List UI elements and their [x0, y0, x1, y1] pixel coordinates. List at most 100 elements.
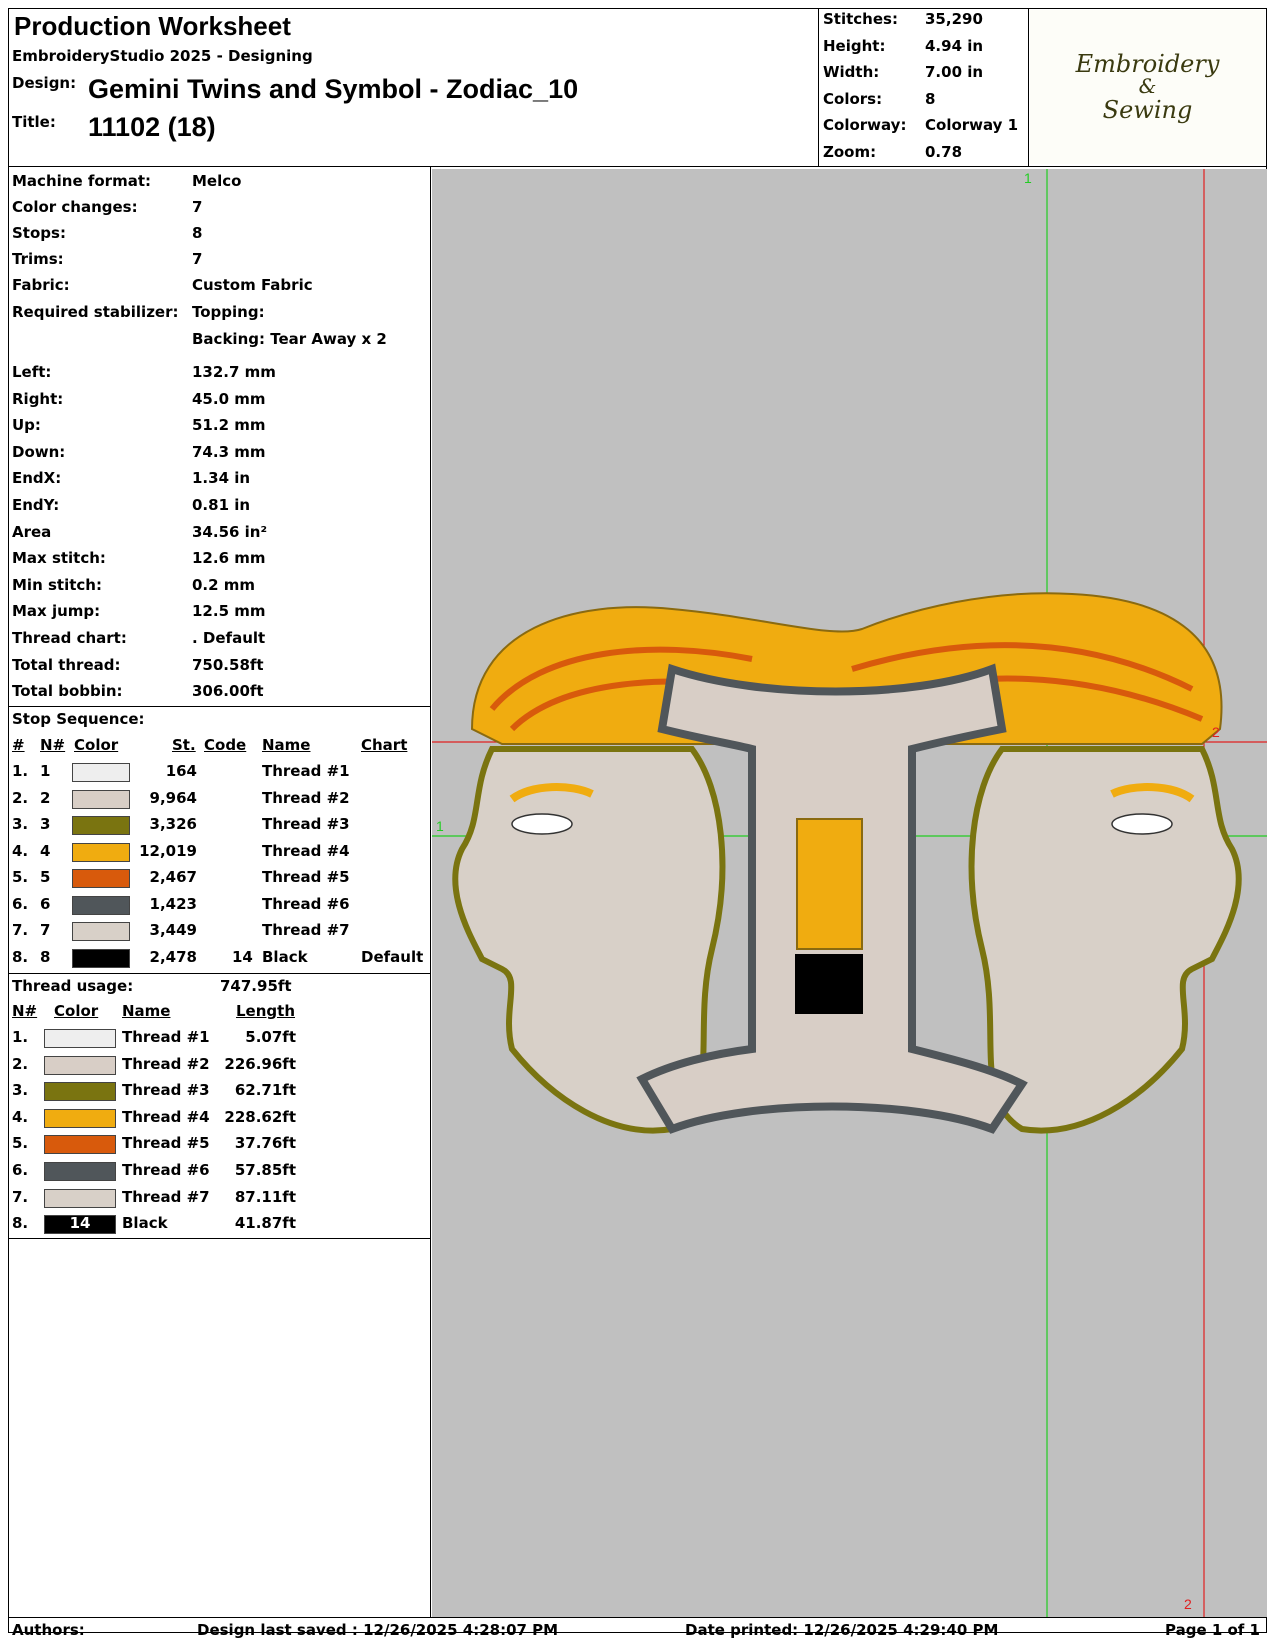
stop-row-num: 4.: [12, 841, 29, 860]
stop-row-name: Black: [262, 947, 308, 966]
stop-row-n: 6: [40, 894, 51, 913]
usage-row-n: 3.: [12, 1081, 29, 1100]
measure-value: . Default: [192, 629, 266, 647]
measure-label: Left:: [12, 363, 52, 381]
footer-rule: [8, 1617, 1267, 1618]
measure-label: Max stitch:: [12, 549, 106, 568]
detail-label: Trims:: [12, 250, 64, 268]
stop-header-n: N#: [40, 736, 66, 754]
stop-color-swatch: [72, 842, 130, 862]
detail-label: Required stabilizer:: [12, 303, 179, 321]
stop-row-stitches: 12,019: [139, 841, 197, 860]
usage-row-name: Thread #5: [122, 1134, 210, 1153]
left-column-rule: [430, 166, 431, 1617]
measure-value: 34.56 in²: [192, 522, 268, 541]
thread-usage-top-rule: [8, 973, 431, 974]
stop-row-name: Thread #6: [262, 894, 350, 913]
stop-row-num: 8.: [12, 947, 29, 966]
usage-color-swatch: [44, 1135, 116, 1155]
guide-label-h1: 1: [436, 818, 444, 834]
measure-label: Area: [12, 522, 52, 541]
usage-row-n: 5.: [12, 1134, 29, 1153]
height-value: 4.94 in: [925, 37, 984, 55]
stop-row-stitches: 9,964: [149, 788, 197, 807]
design-preview-canvas[interactable]: 1 1 2 2: [432, 169, 1267, 1617]
stop-row-stitches: 164: [165, 762, 197, 780]
footer-authors: Authors:: [12, 1621, 85, 1639]
logo: Embroidery & Sewing: [1030, 10, 1265, 164]
measure-value: 0.2 mm: [192, 575, 256, 594]
usage-row-n: 7.: [12, 1187, 29, 1206]
usage-row-name: Thread #4: [122, 1107, 210, 1126]
usage-row-length: 228.62ft: [224, 1107, 296, 1126]
guide-label-v1: 1: [1024, 170, 1032, 186]
stop-color-swatch: [72, 816, 130, 835]
stop-row-stitches: 2,467: [149, 868, 197, 886]
colorway-value: Colorway 1: [925, 116, 1019, 134]
stop-header-name: Name: [262, 736, 311, 754]
usage-row-length: 37.76ft: [234, 1134, 296, 1153]
measure-value: 45.0 mm: [192, 389, 266, 408]
usage-header-color: Color: [54, 1002, 99, 1020]
stop-row-n: 8: [40, 947, 51, 966]
stop-header-st: St.: [172, 736, 196, 754]
stop-sequence-title: Stop Sequence:: [12, 710, 145, 728]
usage-row-length: 62.71ft: [234, 1081, 296, 1100]
usage-row-length: 87.11ft: [234, 1187, 296, 1206]
stop-color-swatch: [72, 948, 130, 968]
measure-label: Total thread:: [12, 655, 121, 674]
usage-color-swatch: [44, 1162, 116, 1181]
stop-row-name: Thread #2: [262, 788, 350, 807]
usage-header-length: Length: [236, 1002, 295, 1020]
measure-value: 0.81 in: [192, 496, 251, 514]
stop-row-name: Thread #1: [262, 762, 350, 780]
detail-value: Backing: Tear Away x 2: [192, 330, 387, 348]
stop-row-n: 1: [40, 762, 51, 780]
usage-row-name: Thread #2: [122, 1054, 210, 1073]
stop-color-swatch: [72, 789, 130, 809]
stitches-label: Stitches:: [823, 10, 898, 28]
measure-value: 750.58ft: [192, 655, 264, 674]
footer-saved: Design last saved : 12/26/2025 4:28:07 P…: [197, 1621, 559, 1639]
stop-row-chart: Default: [361, 947, 424, 966]
measure-label: Thread chart:: [12, 629, 127, 647]
usage-row-n: 8.: [12, 1214, 29, 1233]
stop-color-swatch: [72, 895, 130, 915]
usage-color-swatch: [44, 1188, 116, 1208]
stop-row-num: 5.: [12, 868, 29, 886]
stop-row-num: 2.: [12, 788, 29, 807]
measure-value: 306.00ft: [192, 682, 264, 701]
zoom-label: Zoom:: [823, 143, 877, 161]
measure-value: 51.2 mm: [192, 416, 266, 435]
usage-color-swatch: [44, 1029, 116, 1048]
header-divider: [818, 8, 819, 166]
stop-row-code: 14: [232, 947, 253, 966]
right-face: [968, 746, 1242, 1134]
logo-line3: Sewing: [1102, 96, 1193, 124]
stop-row-num: 6.: [12, 894, 29, 913]
design-preview: 1 1 2 2: [432, 169, 1267, 1617]
stop-header-color: Color: [74, 736, 119, 754]
measure-label: Max jump:: [12, 602, 101, 621]
right-eye: [1111, 813, 1173, 835]
colors-label: Colors:: [823, 90, 883, 108]
height-label: Height:: [823, 37, 886, 55]
page-title: Production Worksheet: [14, 11, 291, 41]
guide-label-v2: 2: [1184, 1596, 1192, 1612]
usage-row-name: Black: [122, 1214, 168, 1233]
thread-usage-bottom-rule: [8, 1238, 431, 1239]
usage-color-swatch: [44, 1055, 116, 1075]
detail-label: Stops:: [12, 224, 66, 242]
colorway-label: Colorway:: [823, 116, 907, 134]
usage-row-length: 5.07ft: [245, 1028, 296, 1046]
guide-label-h2: 2: [1212, 724, 1220, 740]
usage-row-n: 1.: [12, 1028, 29, 1046]
stop-row-num: 3.: [12, 815, 29, 833]
measure-label: Down:: [12, 442, 66, 461]
measure-label: EndX:: [12, 469, 62, 488]
stop-sequence-top-rule: [8, 706, 431, 707]
thread-usage-total: 747.95ft: [220, 977, 292, 995]
usage-row-code: 14: [69, 1214, 91, 1233]
symbol-center-black: [795, 954, 863, 1014]
symbol-center-gold: [796, 818, 863, 950]
